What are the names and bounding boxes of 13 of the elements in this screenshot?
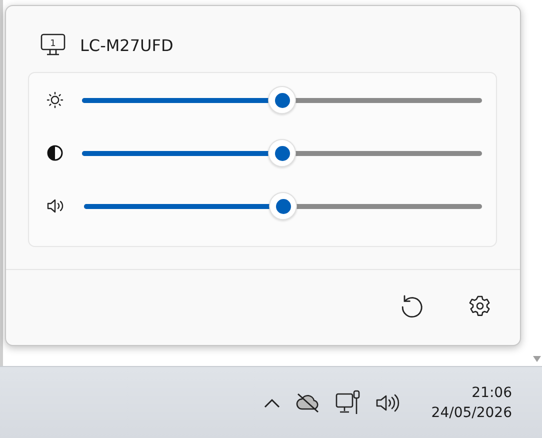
- scroll-down-arrow[interactable]: [533, 356, 541, 362]
- network-icon[interactable]: [335, 390, 362, 416]
- clock[interactable]: 21:06 24/05/2026: [431, 384, 512, 420]
- show-hidden-icons-button[interactable]: [263, 396, 282, 408]
- speaker-icon[interactable]: [375, 392, 402, 414]
- speaker-icon: [46, 197, 66, 215]
- contrast-icon: [46, 144, 64, 162]
- slider-thumb[interactable]: [268, 139, 296, 167]
- slider-thumb[interactable]: [268, 86, 296, 114]
- slider-thumb[interactable]: [269, 192, 297, 220]
- brightness-icon: [46, 91, 64, 109]
- cloud-off-icon[interactable]: [295, 392, 322, 414]
- monitor-name: LC-M27UFD: [80, 36, 174, 54]
